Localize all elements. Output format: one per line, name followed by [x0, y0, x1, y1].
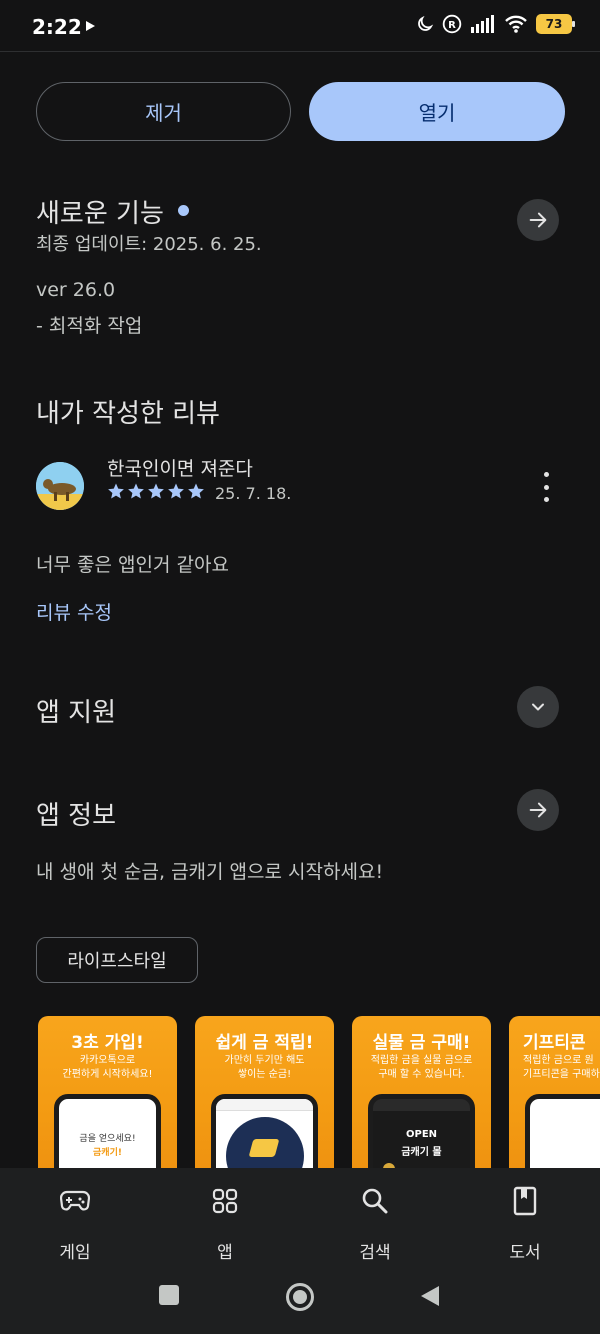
screenshot-subtitle: 적립한 금을 실물 금으로 구매 할 수 있습니다.	[370, 1055, 473, 1080]
app-info-title[interactable]: 앱 정보	[36, 795, 116, 832]
reviewer-name: 한국인이면 져준다	[107, 458, 253, 480]
app-description: 내 생애 첫 순금, 금캐기 앱으로 시작하세요!	[36, 861, 384, 883]
recents-button[interactable]	[158, 1284, 180, 1310]
play-store-notification-icon	[86, 21, 95, 31]
star-icon	[188, 483, 204, 499]
arrow-right-icon	[529, 802, 547, 818]
arrow-right-icon	[529, 212, 547, 228]
more-options-icon[interactable]	[538, 472, 554, 502]
nav-label: 앱	[217, 1243, 233, 1263]
app-info-arrow-button[interactable]	[517, 789, 559, 831]
screen-caption: OPEN	[405, 1129, 438, 1140]
my-review-title: 내가 작성한 리뷰	[36, 399, 220, 429]
book-icon	[513, 1186, 537, 1216]
home-circle-icon	[286, 1283, 314, 1311]
apps-grid-icon	[212, 1188, 238, 1214]
app-support-expand-button[interactable]	[517, 686, 559, 728]
status-time: 2:22	[32, 15, 82, 39]
whats-new-header[interactable]: 새로운 기능	[36, 193, 189, 230]
screenshot-subtitle: 가만히 두기만 해도 쌓이는 순금!	[224, 1055, 305, 1080]
nav-search[interactable]: 검색	[335, 1186, 415, 1263]
system-navigation-bar	[0, 1270, 600, 1334]
status-icons: R 73	[416, 14, 575, 34]
svg-text:R: R	[448, 20, 456, 31]
battery-icon: 73	[536, 14, 575, 34]
new-indicator-dot	[177, 205, 189, 216]
star-icon	[128, 483, 144, 499]
category-chip[interactable]: 라이프스타일	[36, 937, 198, 983]
app-support-title[interactable]: 앱 지원	[36, 692, 116, 729]
screenshot-subtitle: 카카오톡으로 간편하게 시작하세요!	[62, 1055, 153, 1080]
star-icon	[168, 483, 184, 499]
screen-caption-accent: 금캐기 몰	[401, 1147, 442, 1158]
nav-books[interactable]: 도서	[485, 1186, 565, 1263]
nav-games[interactable]: 게임	[35, 1186, 115, 1263]
last-updated: 최종 업데이트: 2025. 6. 25.	[36, 234, 262, 255]
screenshot-subtitle: 적립한 금으로 원 기프티콘을 구매하	[523, 1055, 600, 1080]
moon-icon	[418, 15, 434, 31]
screenshot-title: 쉽게 금 적립!	[215, 1033, 314, 1053]
battery-level: 73	[545, 17, 563, 31]
avatar	[36, 462, 84, 510]
whats-new-title: 새로운 기능	[36, 199, 164, 229]
home-button[interactable]	[285, 1282, 315, 1316]
screenshot-4[interactable]: 기프티콘 적립한 금으로 원 기프티콘을 구매하	[509, 1016, 600, 1186]
status-bar: 2:22 R 73	[0, 0, 600, 52]
version-text: ver 26.0	[36, 279, 116, 301]
screenshot-title: 기프티콘	[523, 1033, 586, 1053]
screenshot-title: 실물 금 구매!	[372, 1033, 471, 1053]
nav-label: 게임	[59, 1243, 91, 1263]
square-icon	[159, 1285, 179, 1305]
nav-apps[interactable]: 앱	[185, 1186, 265, 1263]
star-icon	[148, 483, 164, 499]
open-button[interactable]: 열기	[309, 82, 565, 141]
screenshot-3[interactable]: 실물 금 구매! 적립한 금을 실물 금으로 구매 할 수 있습니다. OPEN…	[352, 1016, 491, 1186]
search-icon	[362, 1188, 388, 1214]
signal-icon	[471, 15, 494, 33]
screenshot-1[interactable]: 3초 가입! 카카오톡으로 간편하게 시작하세요! 금을 얻으세요! 금캐기!	[38, 1016, 177, 1186]
registered-icon: R	[442, 14, 462, 34]
nav-label: 검색	[359, 1243, 391, 1263]
remove-button[interactable]: 제거	[36, 82, 291, 141]
screen-caption-accent: 금캐기!	[93, 1148, 122, 1158]
chevron-down-icon	[532, 703, 544, 711]
edit-review-link[interactable]: 리뷰 수정	[36, 598, 112, 625]
screenshot-2[interactable]: 쉽게 금 적립! 가만히 두기만 해도 쌓이는 순금!	[195, 1016, 334, 1186]
back-triangle-icon	[421, 1286, 439, 1306]
screen-caption: 금을 얻으세요!	[79, 1134, 136, 1144]
screenshot-title: 3초 가입!	[71, 1033, 144, 1053]
nav-label: 도서	[509, 1243, 541, 1263]
gamepad-icon	[60, 1190, 90, 1211]
star-icon	[108, 483, 124, 499]
review-date: 25. 7. 18.	[215, 484, 292, 503]
back-button[interactable]	[419, 1284, 441, 1312]
review-text: 너무 좋은 앱인거 같아요	[36, 554, 229, 576]
star-rating	[107, 482, 205, 500]
release-note: - 최적화 작업	[36, 315, 143, 337]
wifi-icon	[505, 15, 527, 33]
whats-new-arrow-button[interactable]	[517, 199, 559, 241]
